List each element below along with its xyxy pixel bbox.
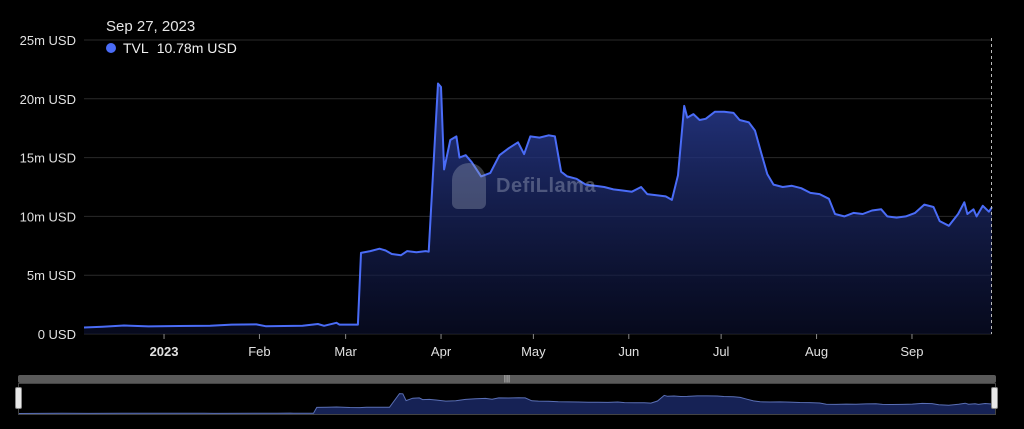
range-slider-right-handle[interactable]	[991, 387, 998, 409]
x-tick-label: Apr	[431, 344, 452, 359]
x-tick-label: Mar	[334, 344, 357, 359]
x-tick-label: Feb	[248, 344, 270, 359]
x-tick-label: Jul	[713, 344, 730, 359]
watermark: DefiLlama	[452, 163, 596, 209]
x-tick-label: Jun	[618, 344, 639, 359]
y-tick-label: 5m USD	[27, 268, 76, 283]
y-tick-label: 10m USD	[20, 209, 76, 224]
x-tick-label: May	[521, 344, 546, 359]
y-tick-label: 20m USD	[20, 92, 76, 107]
range-slider-preview	[19, 393, 995, 414]
range-slider[interactable]: |||	[15, 375, 998, 415]
llama-logo-icon	[452, 163, 486, 209]
x-tick-label: Aug	[805, 344, 828, 359]
watermark-text: DefiLlama	[496, 174, 597, 197]
y-tick-label: 15m USD	[20, 151, 76, 166]
grip-icon[interactable]: |||	[502, 375, 512, 383]
y-tick-label: 25m USD	[20, 33, 76, 48]
x-tick-label: Sep	[900, 344, 923, 359]
x-tick-label: 2023	[150, 344, 179, 359]
y-tick-label: 0 USD	[38, 327, 76, 342]
range-slider-left-handle[interactable]	[15, 387, 22, 409]
